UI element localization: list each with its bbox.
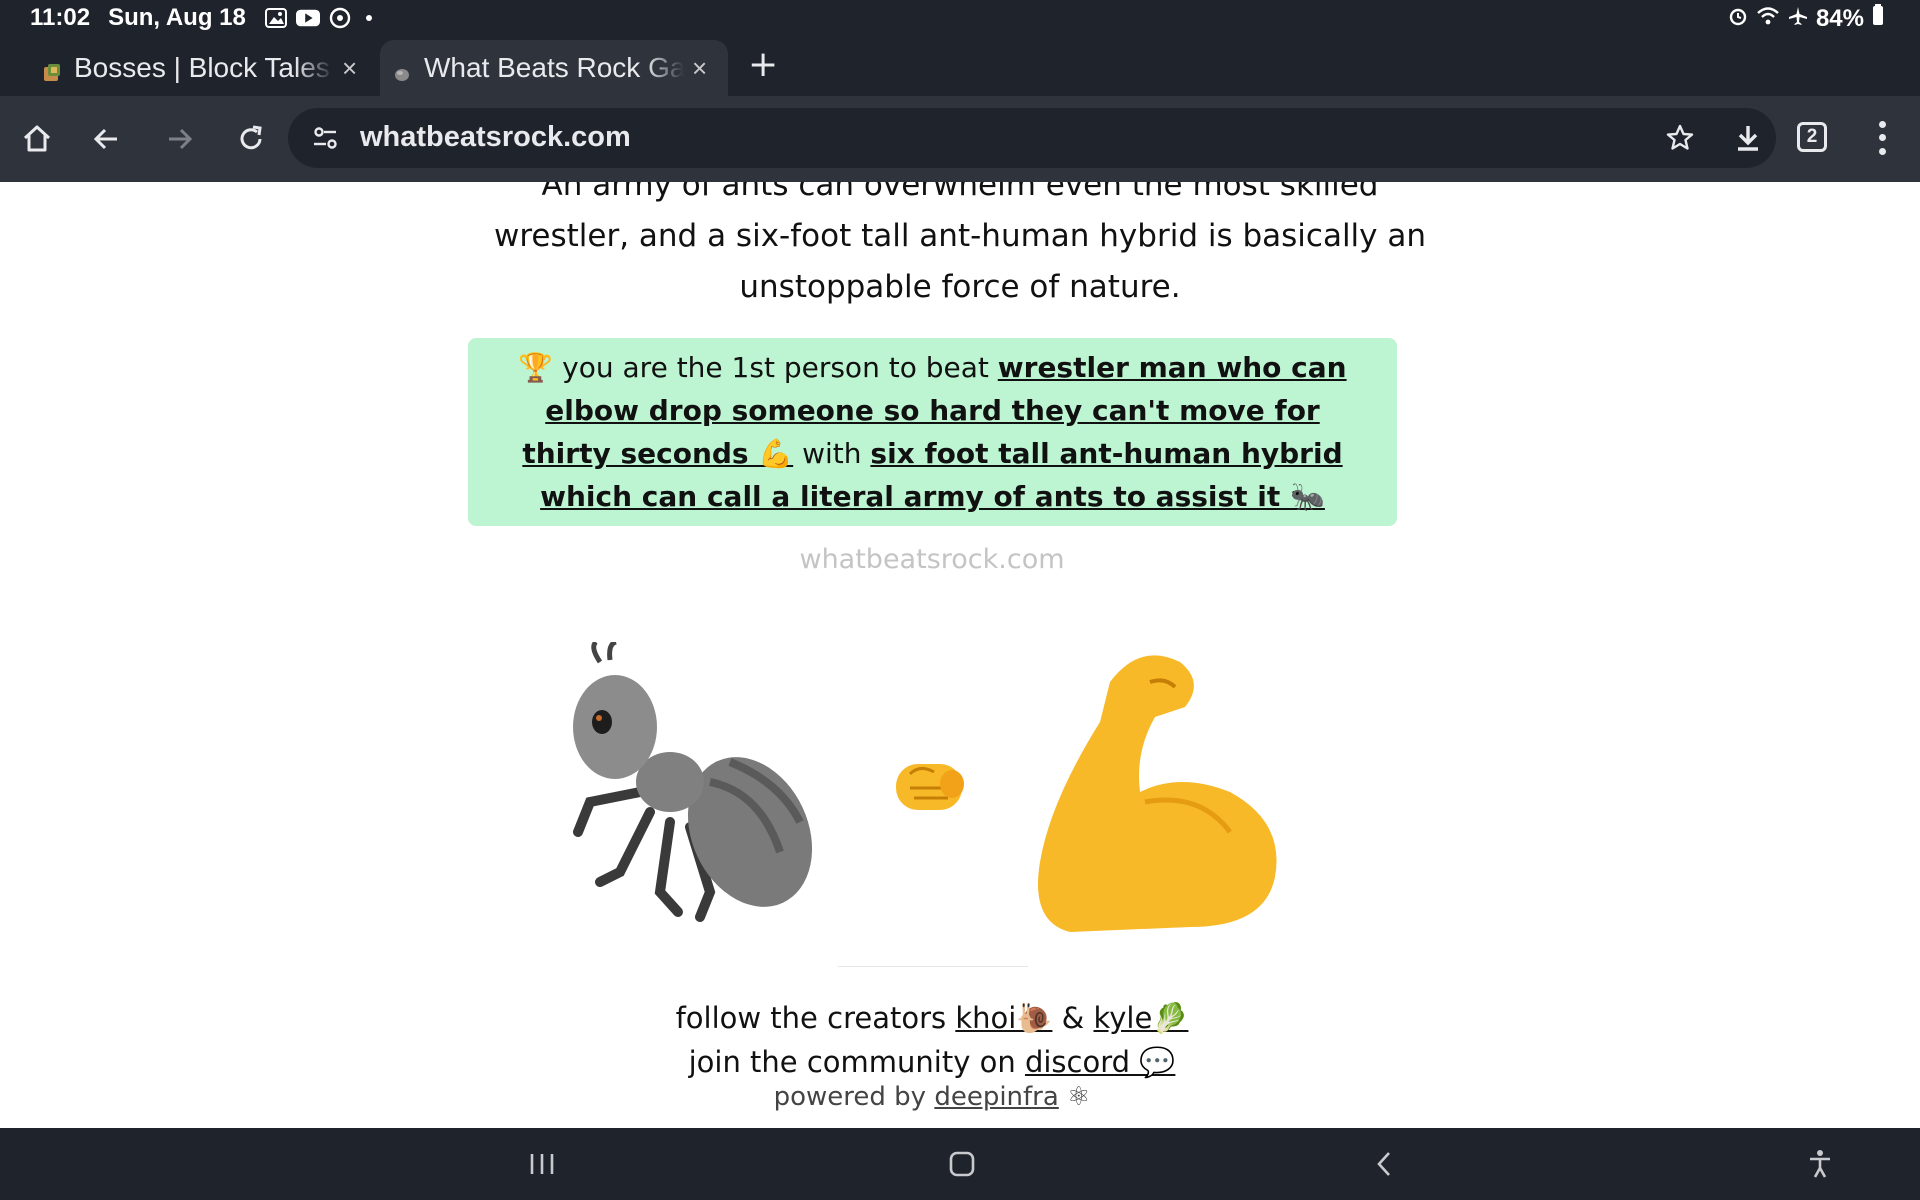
chevron-left-icon [1377, 1152, 1390, 1176]
ant-icon [573, 642, 813, 922]
site-settings-icon[interactable] [310, 122, 342, 154]
reload-button[interactable] [228, 116, 274, 162]
close-icon[interactable]: × [342, 53, 357, 84]
battery-percentage: 84% [1815, 4, 1864, 32]
divider [838, 966, 1028, 968]
deepinfra-link[interactable]: deepinfra [934, 1082, 1058, 1112]
home-button[interactable] [14, 116, 60, 162]
arrow-right-icon [169, 128, 193, 150]
explanation-line: unstoppable force of nature. [739, 269, 1181, 305]
site-watermark: whatbeatsrock.com [799, 544, 1065, 575]
tab-what-beats-rock[interactable]: What Beats Rock Game × [380, 40, 728, 96]
alarm-icon [1728, 5, 1748, 33]
date: Sun, Aug 18 [108, 4, 246, 31]
explanation-line: An army of ants can overwhelm even the m… [541, 182, 1379, 203]
forward-button[interactable] [156, 116, 202, 162]
follow-line: follow the creators khoi🐌 & kyle🥬 [0, 996, 1864, 1040]
result-middle: with [793, 437, 871, 470]
system-navigation-bar [0, 1128, 1920, 1200]
atom-icon: ⚛ [1058, 1082, 1091, 1112]
community-prefix: join the community on [688, 1045, 1025, 1079]
status-bar-left: 11:02 Sun, Aug 18 [30, 4, 372, 32]
bookmark-star-icon[interactable] [1664, 122, 1696, 154]
gallery-icon [264, 7, 288, 29]
tab-title: Bosses | Block Tales [74, 52, 330, 83]
youtube-icon [295, 7, 320, 29]
wifi-icon [1756, 5, 1780, 33]
address-bar[interactable]: whatbeatsrock.com [288, 108, 1776, 168]
browser-toolbar: whatbeatsrock.com 2 [0, 96, 1920, 182]
accessibility-icon [1810, 1150, 1830, 1178]
sync-icon [328, 7, 352, 29]
creator-khoi-link[interactable]: khoi🐌 [955, 1001, 1052, 1035]
clock: 11:02 [30, 4, 91, 31]
fist-bump-icon [896, 764, 964, 810]
page-content: An army of ants can overwhelm even the m… [0, 182, 1920, 1128]
powered-by: powered by deepinfra ⚛ [0, 1082, 1864, 1112]
status-bar-right: 84% [1728, 4, 1884, 33]
arrow-left-icon [93, 128, 117, 150]
tab-strip: Bosses | Block Tales × What Beats Rock G… [0, 36, 1920, 96]
airplane-mode-icon [1788, 5, 1808, 33]
flexed-biceps-icon [1038, 655, 1277, 932]
battery-icon [1872, 4, 1884, 33]
tab-switcher-button[interactable]: 2 [1797, 122, 1827, 152]
rock-favicon-icon [392, 58, 412, 81]
battle-illustration [560, 642, 1320, 952]
reload-icon [240, 125, 262, 150]
home-icon [23, 125, 51, 152]
more-menu-icon[interactable] [1872, 118, 1892, 158]
creator-kyle-link[interactable]: kyle🥬 [1093, 1001, 1188, 1035]
result-banner: 🏆 you are the 1st person to beat wrestle… [468, 338, 1397, 526]
result-prefix: 🏆 you are the 1st person to beat [518, 351, 998, 384]
accessibility-button[interactable] [1800, 1146, 1840, 1182]
ampersand: & [1052, 1001, 1094, 1035]
back-button[interactable] [84, 116, 130, 162]
fandom-favicon-icon [42, 58, 62, 81]
download-icon[interactable] [1728, 118, 1768, 158]
footer-links: follow the creators khoi🐌 & kyle🥬 join t… [0, 996, 1864, 1084]
url-text[interactable]: whatbeatsrock.com [360, 121, 631, 154]
powered-prefix: powered by [773, 1082, 935, 1112]
recent-apps-icon [530, 1154, 554, 1174]
explanation-line: wrestler, and a six-foot tall ant-human … [493, 218, 1427, 254]
discord-link[interactable]: discord 💬 [1025, 1045, 1175, 1079]
status-bar: 11:02 Sun, Aug 18 84% [0, 0, 1920, 36]
recent-apps-button[interactable] [522, 1146, 562, 1182]
home-nav-button[interactable] [942, 1146, 982, 1182]
more-notifications-dot [365, 15, 372, 21]
new-tab-button[interactable]: + [748, 44, 778, 85]
follow-prefix: follow the creators [675, 1001, 956, 1035]
tab-bosses-block-tales[interactable]: Bosses | Block Tales × [30, 40, 370, 96]
back-nav-button[interactable] [1364, 1146, 1404, 1182]
home-nav-icon [949, 1151, 975, 1177]
close-icon[interactable]: × [692, 53, 707, 84]
community-line: join the community on discord 💬 [0, 1040, 1864, 1084]
answer-explanation: An army of ants can overwhelm even the m… [460, 182, 1460, 313]
notification-icons [264, 7, 372, 29]
tab-title: What Beats Rock Game [424, 52, 684, 83]
